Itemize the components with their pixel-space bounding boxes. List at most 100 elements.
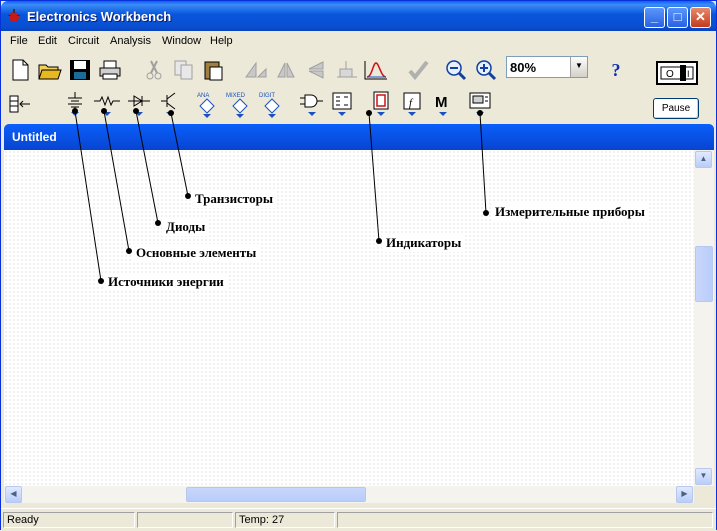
zoom-out-button[interactable] [443,57,469,83]
scroll-up-button[interactable]: ▲ [695,151,712,168]
analog-ics-bin-button[interactable]: ANA [193,91,221,118]
menu-window[interactable]: Window [162,35,201,47]
title-bar[interactable]: Electronics Workbench _ □ ✕ [1,1,716,31]
subcircuit-icon [337,61,357,78]
transistors-bin-button[interactable] [156,91,184,117]
paste-clipboard-icon [204,61,223,81]
digital-bin-button[interactable] [328,91,356,117]
indicators-bin-button[interactable] [367,91,395,117]
status-temp: Temp: 27 [235,512,335,528]
save-disk-icon [70,60,90,80]
horizontal-scroll-thumb[interactable] [186,487,366,502]
menu-circuit[interactable]: Circuit [68,35,99,47]
open-button[interactable] [37,57,63,83]
save-button[interactable] [67,57,93,83]
menu-help[interactable]: Help [210,35,233,47]
circuit-window-title-bar[interactable]: Untitled [4,124,714,150]
digital-ics-bin-button[interactable]: DIGIT [257,91,287,118]
svg-text:O: O [666,69,674,80]
minimize-button[interactable]: _ [644,7,665,28]
close-button[interactable]: ✕ [690,7,711,28]
svg-text:DIGIT: DIGIT [259,93,275,99]
flip-horizontal-icon [277,62,295,78]
zoom-select[interactable]: 80% ▼ [506,56,588,78]
callout-energy-sources: Источники энергии [104,273,228,291]
vertical-scroll-thumb[interactable] [695,246,713,302]
menu-file[interactable]: File [10,35,28,47]
transistor-icon [161,92,176,116]
copy-icon [174,60,193,80]
parts-bin-toolbar: ANA MIXED DIGIT f M [3,89,716,121]
mixed-ics-bin-button[interactable]: MIXED [225,91,255,118]
print-button[interactable] [97,57,123,83]
power-switch[interactable]: OI [656,61,698,85]
indicator-display-icon [373,91,389,116]
zoom-in-button[interactable] [473,57,499,83]
open-folder-icon [38,64,62,80]
properties-check-icon [408,60,429,81]
callout-transistors: Транзисторы [191,190,277,208]
app-icon [8,9,20,22]
component-properties-button[interactable] [405,57,431,83]
new-file-icon [12,59,29,81]
favorites-bin-button[interactable] [7,91,33,117]
printer-icon [99,60,121,80]
svg-text:ANA: ANA [197,93,209,99]
misc-m-icon: M [435,94,448,116]
rotate-button[interactable] [243,57,269,83]
subcircuit-button[interactable] [333,57,359,83]
logic-gates-bin-button[interactable] [298,91,326,117]
logic-gate-icon [300,94,323,116]
instruments-bin-button[interactable] [466,91,494,117]
main-window: Electronics Workbench _ □ ✕ File Edit Ci… [0,0,717,530]
vertical-scrollbar[interactable] [694,150,714,486]
status-bar: Ready Temp: 27 [1,508,716,530]
menu-analysis[interactable]: Analysis [110,35,151,47]
function-icon: f [403,92,421,116]
menu-edit[interactable]: Edit [38,35,57,47]
window-title: Electronics Workbench [27,9,172,24]
sources-bin-button[interactable] [61,91,89,117]
callout-diodes: Диоды [162,218,210,236]
zoom-out-icon [446,60,467,81]
controls-bin-button[interactable]: f [398,91,426,117]
maximize-button[interactable]: □ [667,7,688,28]
misc-bin-button[interactable]: M [429,91,457,117]
chevron-down-icon[interactable]: ▼ [570,57,587,77]
cut-button[interactable] [141,57,167,83]
instrument-icon [469,92,491,116]
rotate-icon [245,61,267,78]
callout-indicators: Индикаторы [382,234,466,252]
scroll-left-button[interactable]: ◀ [5,486,22,503]
svg-text:M: M [435,94,448,111]
flip-vertical-button[interactable] [303,57,329,83]
digital-ic-icon: DIGIT [259,93,280,118]
scissors-icon [146,60,162,80]
diodes-bin-button[interactable] [125,91,153,117]
copy-button[interactable] [171,57,197,83]
analog-ic-icon: ANA [197,93,215,118]
pause-button[interactable]: Pause [653,98,699,119]
basic-bin-button[interactable] [93,91,121,117]
diode-icon [128,95,150,116]
help-button[interactable]: ? [603,57,629,83]
favorites-bin-icon [9,95,30,113]
status-blank [337,512,713,528]
svg-text:MIXED: MIXED [226,93,246,99]
status-ready: Ready [3,512,135,528]
zoom-in-icon [476,60,497,81]
scroll-down-button[interactable]: ▼ [695,468,712,485]
callout-measuring-instruments: Измерительные приборы [491,203,649,221]
power-switch-icon: OI [660,65,694,81]
graph-button[interactable] [363,57,389,83]
flip-horizontal-button[interactable] [273,57,299,83]
new-button[interactable] [7,57,33,83]
circuit-window-title: Untitled [12,130,57,144]
battery-source-icon [68,92,82,116]
flipflop-icon [332,92,352,116]
menu-bar: File Edit Circuit Analysis Window Help [1,32,716,50]
resistor-icon [94,95,120,116]
circuit-workspace[interactable] [4,150,694,486]
paste-button[interactable] [201,57,227,83]
scroll-right-button[interactable]: ▶ [676,486,693,503]
